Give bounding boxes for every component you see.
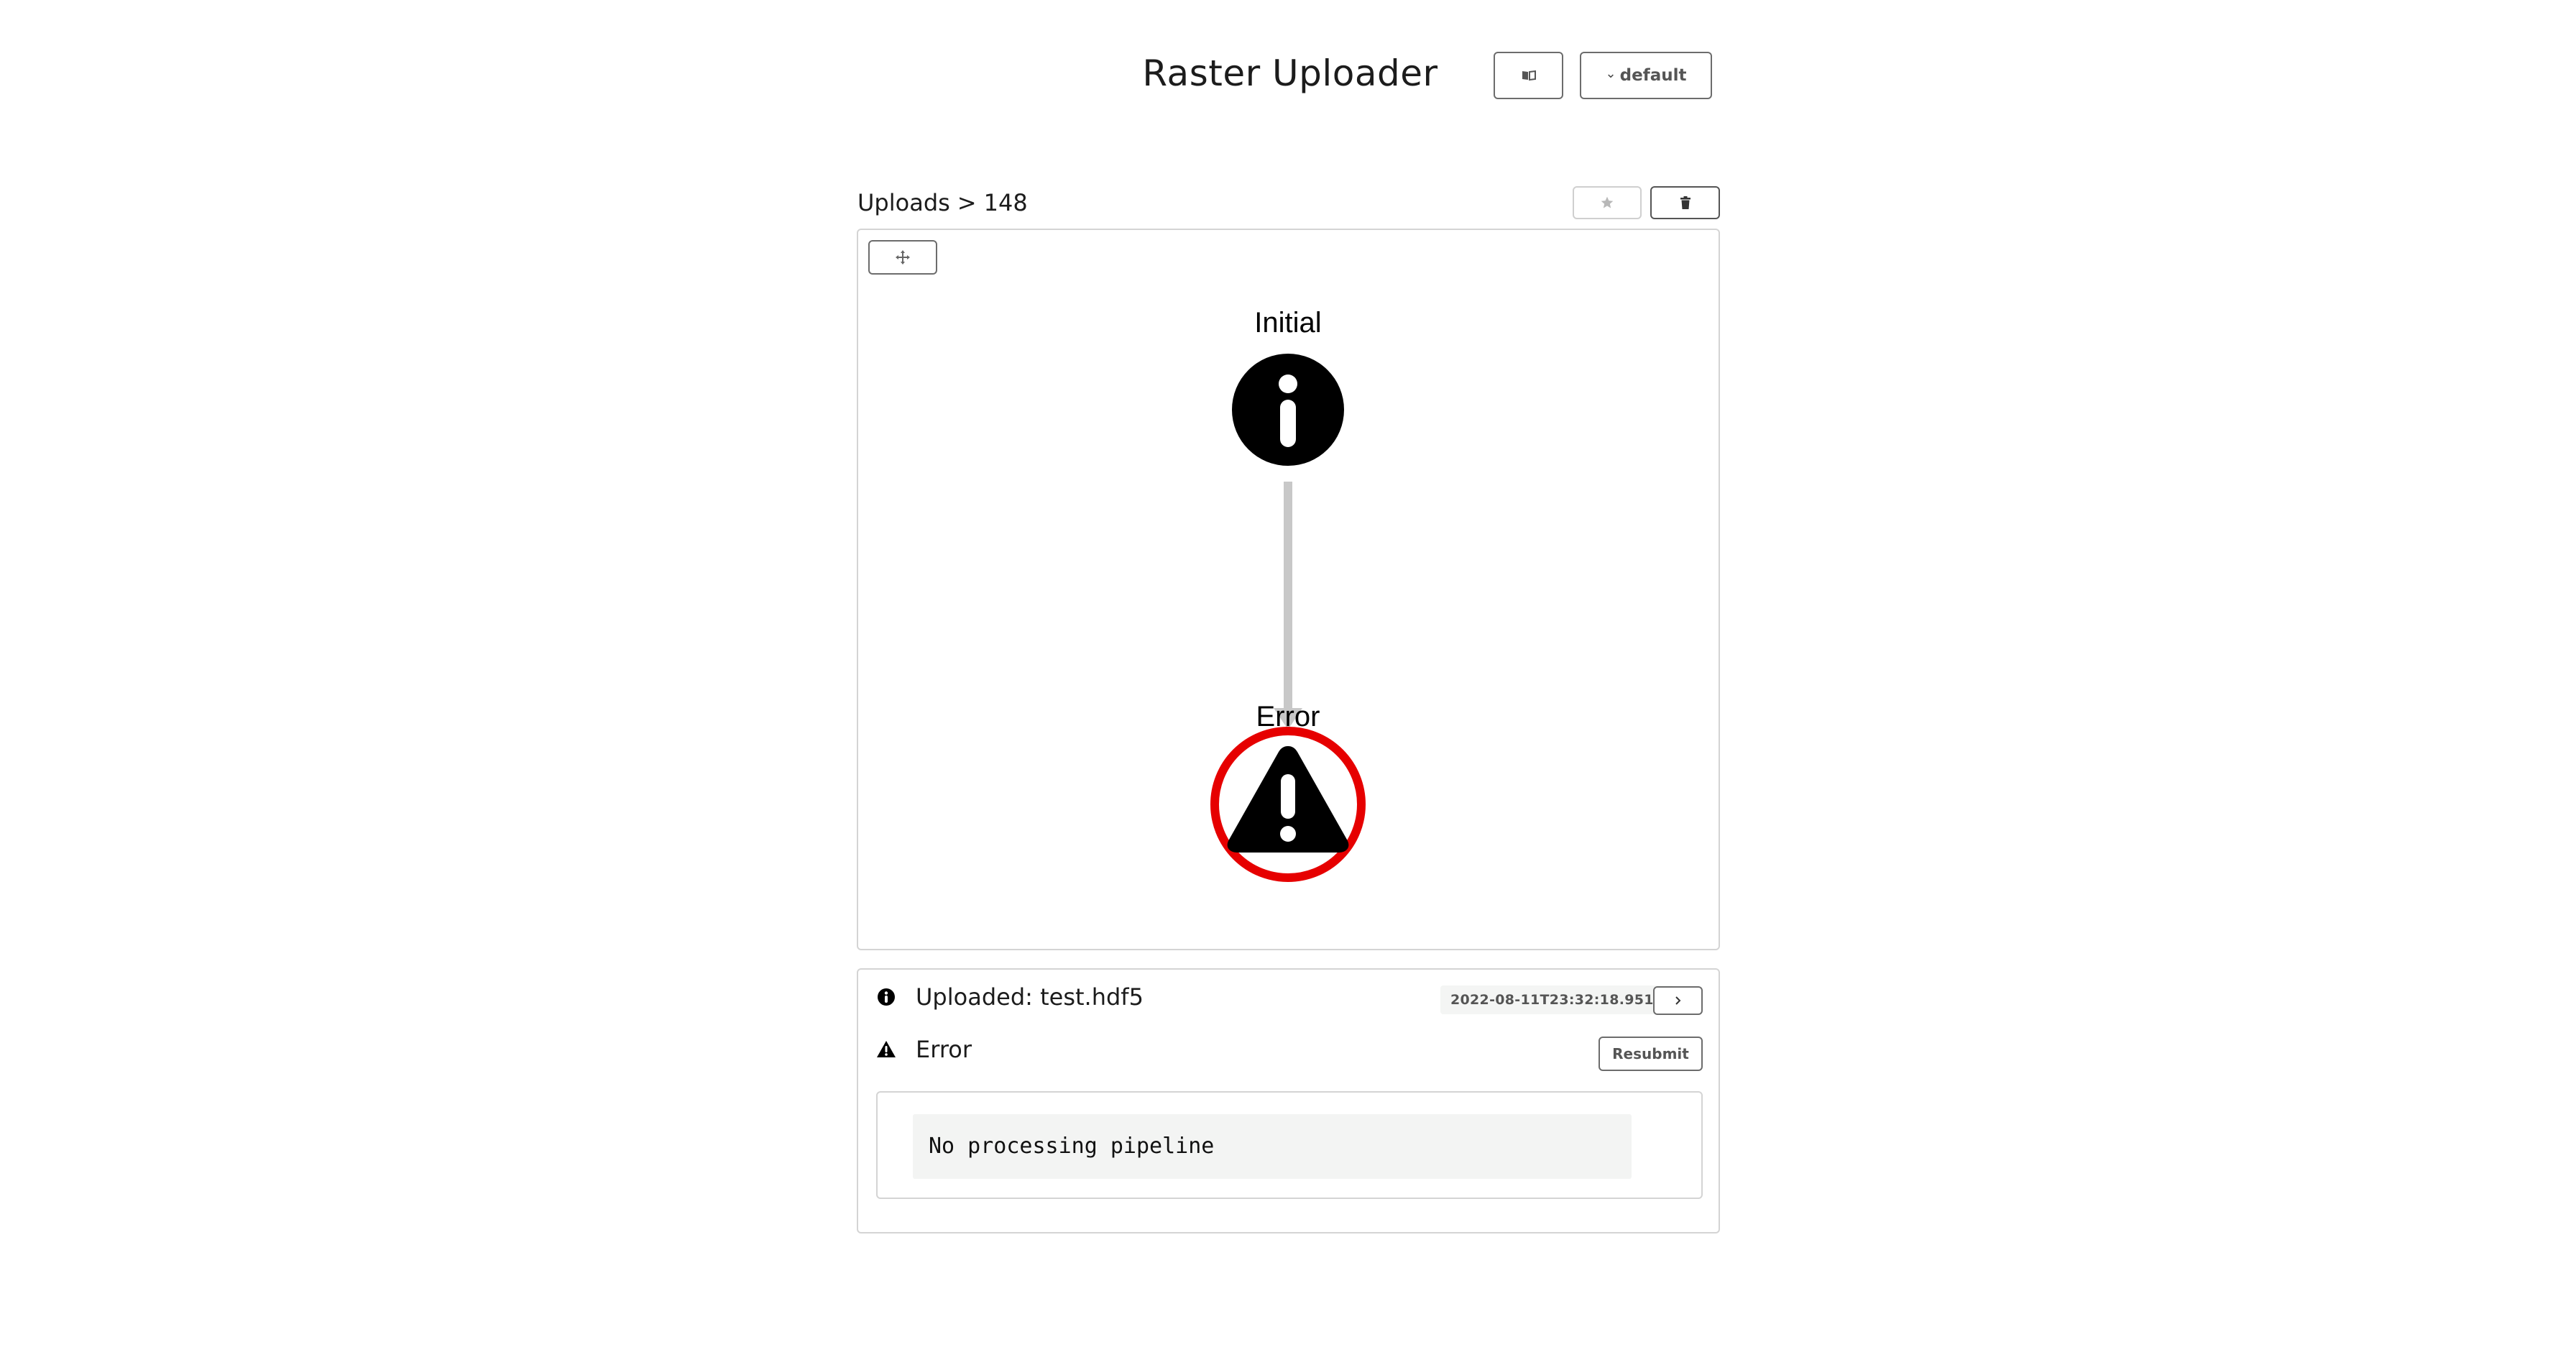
log-entry-text: Error xyxy=(916,1036,972,1063)
chevron-down-icon: ⌄ xyxy=(1605,65,1616,81)
app-title: Raster Uploader xyxy=(1142,52,1438,94)
info-circle-icon xyxy=(878,988,895,1006)
error-detail-box: No processing pipeline xyxy=(876,1091,1703,1199)
namespace-label: default xyxy=(1619,66,1687,85)
namespace-dropdown[interactable]: ⌄ default xyxy=(1580,52,1712,99)
star-icon xyxy=(1601,196,1614,208)
log-entry-text: Uploaded: test.hdf5 xyxy=(916,983,1144,1011)
trash-icon xyxy=(1680,196,1690,209)
resubmit-button[interactable]: Resubmit xyxy=(1598,1037,1703,1071)
breadcrumb-uploads-link[interactable]: Uploads xyxy=(857,189,950,216)
state-graph: Initial Error xyxy=(1210,307,1366,882)
log-entry-timestamp: 2022-08-11T23:32:18.951Z xyxy=(1440,985,1674,1014)
state-graph-panel: Initial Error xyxy=(857,229,1720,950)
log-entry-uploaded: Uploaded: test.hdf5 2022-08-11T23:32:18.… xyxy=(858,977,1719,1017)
node-label-initial: Initial xyxy=(1254,307,1321,339)
log-entry-error: Error Resubmit xyxy=(858,1029,1719,1071)
info-circle-icon[interactable] xyxy=(1232,354,1344,466)
breadcrumb-current: 148 xyxy=(983,189,1028,216)
error-message: No processing pipeline xyxy=(913,1114,1632,1179)
warning-triangle-icon xyxy=(877,1041,896,1057)
expand-entry-button[interactable] xyxy=(1653,986,1703,1015)
star-button[interactable] xyxy=(1573,186,1642,219)
chevron-right-icon xyxy=(1675,996,1680,1005)
book-icon xyxy=(1522,70,1536,81)
warning-triangle-icon[interactable] xyxy=(1210,727,1366,882)
delete-button[interactable] xyxy=(1650,186,1720,219)
breadcrumb-separator: > xyxy=(957,189,977,216)
event-log-panel: Uploaded: test.hdf5 2022-08-11T23:32:18.… xyxy=(857,968,1720,1233)
breadcrumb: Uploads >148 xyxy=(857,185,1028,220)
docs-button[interactable] xyxy=(1494,52,1563,99)
